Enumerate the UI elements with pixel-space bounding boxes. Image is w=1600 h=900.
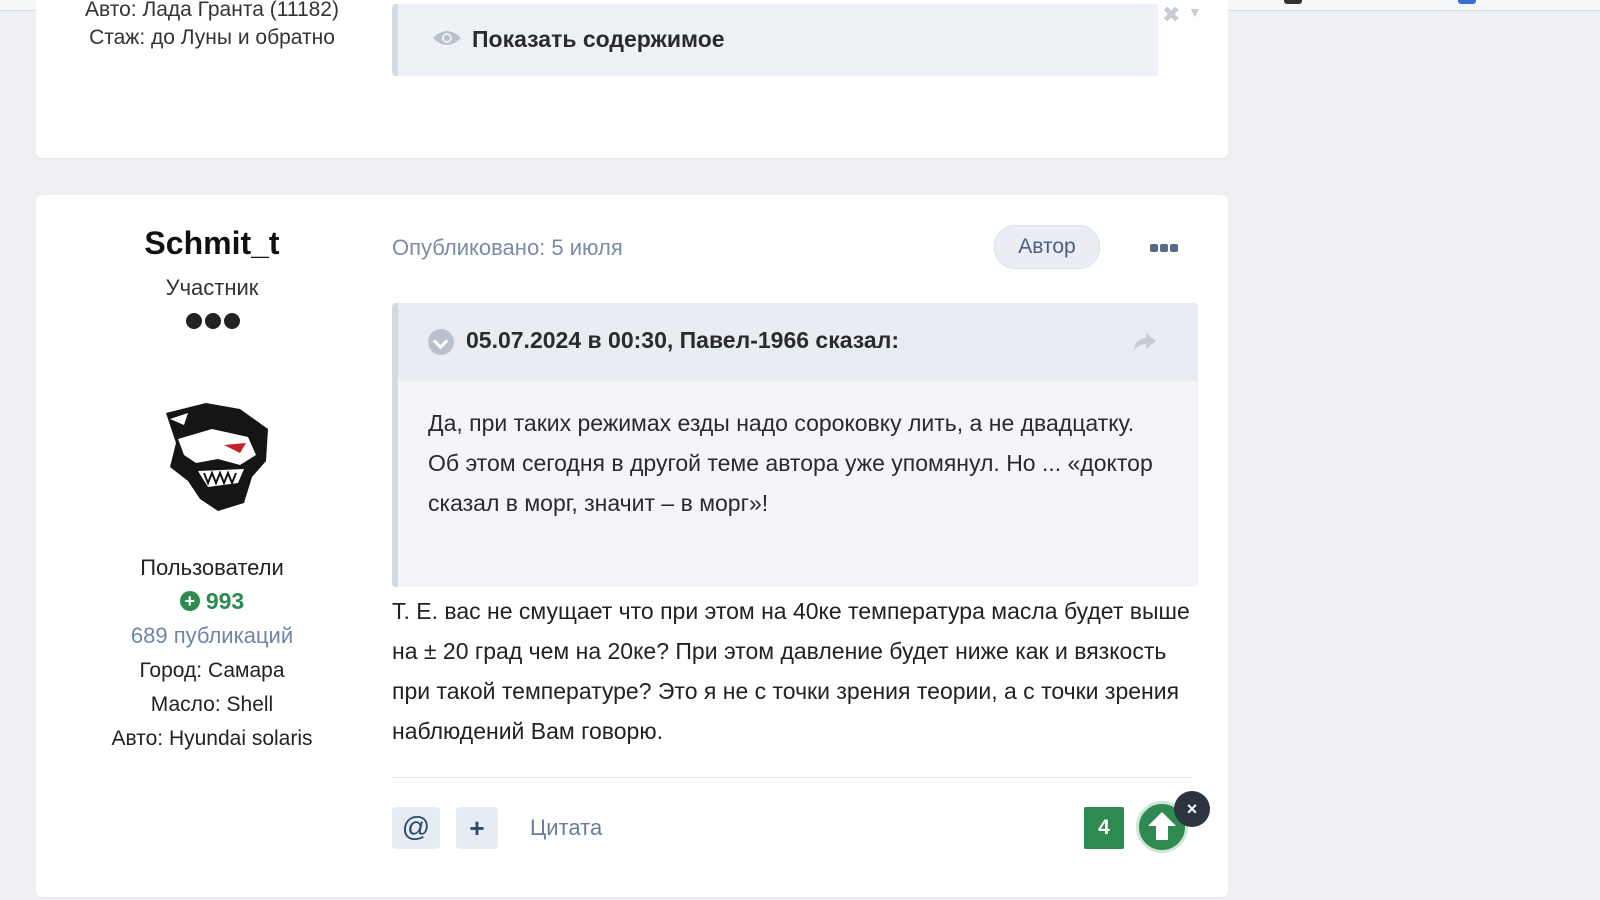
author-group: Пользователи [140,555,284,580]
close-icon[interactable]: ✖ [1162,2,1180,28]
author-experience-field: Стаж: до Луны и обратно [89,26,335,49]
author-badge: Автор [994,225,1100,269]
post-body: Т. Е. вас не смущает что при этом на 40к… [392,598,1190,744]
field-value: Hyundai solaris [168,727,313,750]
author-field-oil: Масло: Shell [36,693,388,717]
divider [392,777,1192,778]
chevron-down-icon[interactable]: ▼ [1188,4,1202,20]
post-card: Schmit_t Участник Пользователи +993 689 … [36,195,1228,897]
author-field-car: Авто: Hyundai solaris [36,727,388,751]
field-label: Город: [139,659,203,682]
dot-icon [1160,244,1168,252]
field-label: Масло: [150,693,221,716]
quote-citation[interactable]: 05.07.2024 в 00:30, Павел-1966 сказал: [466,327,899,354]
quote-text: Да, при таких режимах езды надо сороковк… [428,410,1153,516]
rank-pip-icon [186,313,202,329]
share-arrow-icon[interactable] [1132,329,1158,353]
close-reactions-button[interactable]: × [1174,791,1210,827]
quote-header: 05.07.2024 в 00:30, Павел-1966 сказал: [398,303,1198,381]
rank-pip-icon [224,313,240,329]
multiquote-button[interactable]: + [456,807,498,849]
author-reputation: +993 [36,588,388,615]
spoiler-toggle-label[interactable]: Показать содержимое [472,26,725,53]
mention-button[interactable]: @ [392,807,440,849]
field-label: Авто: [111,727,164,750]
field-value: Самара [207,659,285,682]
plus-circle-icon: + [179,590,200,611]
author-rank: Участник [165,275,259,300]
field-value: Shell [226,693,274,716]
author-field-city: Город: Самара [36,659,388,683]
rank-pips [186,313,243,331]
eye-icon [433,31,461,45]
dot-icon [1170,244,1178,252]
author-car-field: Авто: Лада Гранта (11182) [85,0,339,21]
author-username[interactable]: Schmit_t [36,225,388,262]
avatar[interactable] [148,399,276,515]
previous-post-card: Авто: Лада Гранта (11182) Стаж: до Луны … [36,0,1228,158]
bookmark-icon[interactable] [1284,0,1302,4]
chevron-down-icon[interactable] [428,329,454,355]
reputation-value: 993 [205,588,245,614]
author-posts-link[interactable]: 689 публикаций [36,623,388,649]
reaction-count[interactable]: 4 [1084,807,1124,849]
bookmark-icon[interactable] [1458,0,1476,4]
dot-icon [1150,244,1158,252]
more-options-icon[interactable] [1150,239,1182,252]
rank-pip-icon [205,313,221,329]
spoiler-block[interactable]: Показать содержимое [392,4,1158,76]
quote-button[interactable]: Цитата [530,815,602,841]
post-date[interactable]: Опубликовано: 5 июля [392,235,623,261]
quote-block: 05.07.2024 в 00:30, Павел-1966 сказал: Д… [392,303,1198,587]
